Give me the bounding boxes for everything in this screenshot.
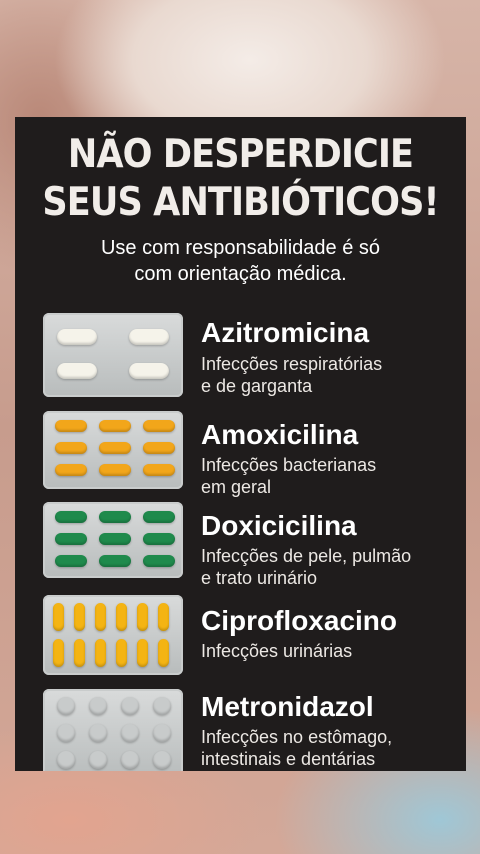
capsule — [137, 639, 148, 667]
yellow-capsules-pack-icon — [43, 595, 183, 675]
round-tablet — [121, 724, 139, 742]
antibiotic-item-amoxicilina: Amoxicilina Infecções bacterianas em ger… — [43, 411, 453, 497]
capsule — [143, 511, 175, 523]
capsule — [95, 639, 106, 667]
orange-capsules-pack-icon — [43, 411, 183, 489]
capsule — [55, 511, 87, 523]
capsule — [99, 420, 131, 432]
tablet — [57, 363, 97, 379]
capsule — [74, 603, 85, 631]
round-tablet — [153, 697, 171, 715]
antibiotic-description: Infecções urinárias — [201, 641, 353, 661]
subtitle-line-1: Use com responsabilidade é só — [100, 237, 381, 259]
antibiotic-item-metronidazol: Metronidazol Infecções no estômago, inte… — [43, 689, 453, 771]
capsule — [158, 639, 169, 667]
capsule — [143, 464, 175, 476]
capsule — [116, 603, 127, 631]
capsule — [55, 555, 87, 567]
round-tablet — [121, 751, 139, 769]
antibiotic-item-doxicicilina: Doxicicilina Infecções de pele, pulmão e… — [43, 502, 453, 588]
capsule — [55, 464, 87, 476]
round-tablet — [57, 724, 75, 742]
tablet — [129, 329, 169, 345]
capsule — [143, 555, 175, 567]
capsule — [143, 420, 175, 432]
headline: NÃO DESPERDICIE SEUS ANTIBIÓTICOS! — [38, 117, 444, 227]
antibiotic-name: Amoxicilina — [201, 419, 359, 450]
capsule — [55, 442, 87, 454]
subtitle-line-2: com orientação médica. — [134, 263, 347, 285]
antibiotic-name: Metronidazol — [201, 691, 374, 722]
headline-line-2: SEUS ANTIBIÓTICOS! — [42, 180, 439, 225]
round-tablets-pack-icon — [43, 689, 183, 771]
capsule — [99, 442, 131, 454]
round-tablet — [153, 751, 171, 769]
antibiotic-name: Doxicicilina — [201, 510, 357, 541]
capsule — [55, 533, 87, 545]
capsule — [116, 639, 127, 667]
round-tablet — [57, 697, 75, 715]
headline-line-1: NÃO DESPERDICIE — [67, 132, 414, 177]
capsule — [53, 639, 64, 667]
capsule — [74, 639, 85, 667]
capsule — [137, 603, 148, 631]
round-tablet — [89, 751, 107, 769]
antibiotic-description: Infecções bacterianas em geral — [201, 455, 377, 497]
antibiotic-name: Azitromicina — [201, 317, 370, 348]
antibiotic-description: Infecções no estômago, intestinais e den… — [201, 727, 393, 769]
capsule — [143, 442, 175, 454]
capsule — [95, 603, 106, 631]
capsule — [53, 603, 64, 631]
tablet — [57, 329, 97, 345]
round-tablet — [121, 697, 139, 715]
capsule — [99, 555, 131, 567]
round-tablet — [89, 724, 107, 742]
capsule — [55, 420, 87, 432]
antibiotic-name: Ciprofloxacino — [201, 605, 398, 636]
round-tablet — [57, 751, 75, 769]
antibiotic-description: Infecções de pele, pulmão e trato urinár… — [201, 546, 412, 588]
capsule — [99, 464, 131, 476]
white-tablets-pack-icon — [43, 313, 183, 397]
tablet — [129, 363, 169, 379]
round-tablet — [153, 724, 171, 742]
capsule — [99, 511, 131, 523]
green-capsules-pack-icon — [43, 502, 183, 578]
antibiotic-item-azitromicina: Azitromicina Infecções respiratórias e d… — [43, 313, 453, 397]
antibiotic-item-ciprofloxacino: Ciprofloxacino Infecções urinárias — [43, 595, 453, 675]
capsule — [158, 603, 169, 631]
round-tablet — [89, 697, 107, 715]
capsule — [99, 533, 131, 545]
capsule — [143, 533, 175, 545]
antibiotic-description: Infecções respiratórias e de garganta — [201, 354, 383, 396]
subtitle: Use com responsabilidade é só com orient… — [15, 235, 466, 287]
antibiotics-poster: NÃO DESPERDICIE SEUS ANTIBIÓTICOS! Use c… — [15, 117, 466, 771]
